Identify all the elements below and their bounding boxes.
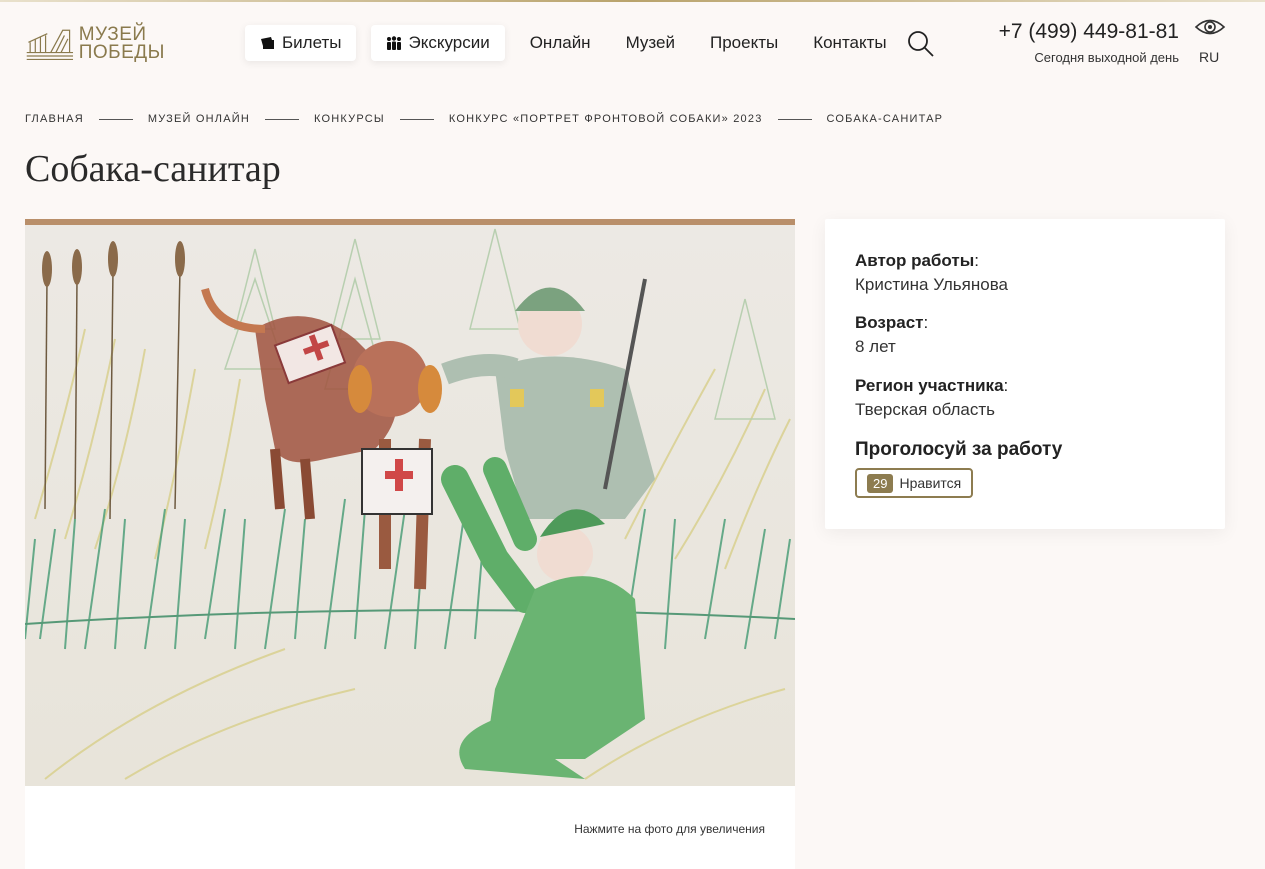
likes-count-badge: 29 <box>867 473 894 493</box>
schedule-note: Сегодня выходной день <box>1034 50 1179 65</box>
language-switcher[interactable]: RU <box>1199 49 1219 65</box>
page-title: Собака-санитар <box>25 148 281 190</box>
artwork-card: Нажмите на фото для увеличения <box>25 219 795 869</box>
zoom-hint: Нажмите на фото для увеличения <box>574 822 765 836</box>
breadcrumb-museum-online[interactable]: МУЗЕЙ ОНЛАЙН <box>148 113 250 125</box>
logo-text: МУЗЕЙ ПОБЕДЫ <box>78 24 165 63</box>
breadcrumb-separator <box>399 118 434 120</box>
author-label: Автор работы: <box>855 251 979 270</box>
breadcrumb-separator <box>777 118 812 120</box>
breadcrumb: ГЛАВНАЯ МУЗЕЙ ОНЛАЙН КОНКУРСЫ КОНКУРС «П… <box>25 113 943 125</box>
breadcrumb-separator <box>98 118 133 120</box>
breadcrumb-separator <box>265 118 300 120</box>
phone-link[interactable]: +7 (499) 449-81-81 <box>999 20 1179 44</box>
like-label: Нравится <box>899 475 962 491</box>
nav-contacts[interactable]: Контакты <box>813 33 886 53</box>
breadcrumb-current: СОБАКА-САНИТАР <box>826 113 944 125</box>
nav-museum[interactable]: Музей <box>626 33 675 53</box>
top-accent-line <box>0 0 1265 2</box>
author-value: Кристина Ульянова <box>855 275 1008 294</box>
museum-logo[interactable]: МУЗЕЙ ПОБЕДЫ <box>25 22 165 66</box>
tickets-label: Билеты <box>282 33 342 52</box>
vote-title: Проголосуй за работу <box>855 439 1063 460</box>
artwork-info-card: Автор работы: Кристина Ульянова Возраст:… <box>825 219 1225 529</box>
age-value: 8 лет <box>855 337 896 356</box>
breadcrumb-contests[interactable]: КОНКУРСЫ <box>314 113 385 125</box>
excursions-label: Экскурсии <box>408 33 490 52</box>
region-value: Тверская область <box>855 400 996 419</box>
breadcrumb-home[interactable]: ГЛАВНАЯ <box>25 113 84 125</box>
breadcrumb-contest[interactable]: КОНКУРС «ПОРТРЕТ ФРОНТОВОЙ СОБАКИ» 2023 <box>449 113 763 125</box>
tickets-button[interactable]: Билеты <box>245 25 357 61</box>
search-icon[interactable] <box>907 30 935 58</box>
region-label: Регион участника: <box>855 376 1009 395</box>
artwork-image[interactable] <box>25 219 795 786</box>
excursions-button[interactable]: Экскурсии <box>371 25 505 61</box>
age-label: Возраст: <box>855 313 929 332</box>
main-nav: Билеты Экскурсии Онлайн Музей Проекты Ко… <box>245 25 912 61</box>
ticket-icon <box>260 36 276 50</box>
eye-icon[interactable] <box>1194 16 1226 38</box>
museum-building-icon <box>26 29 74 61</box>
nav-projects[interactable]: Проекты <box>710 33 778 53</box>
group-icon <box>386 36 402 50</box>
nav-online[interactable]: Онлайн <box>530 33 591 53</box>
like-button[interactable]: 29 Нравится <box>855 468 974 498</box>
